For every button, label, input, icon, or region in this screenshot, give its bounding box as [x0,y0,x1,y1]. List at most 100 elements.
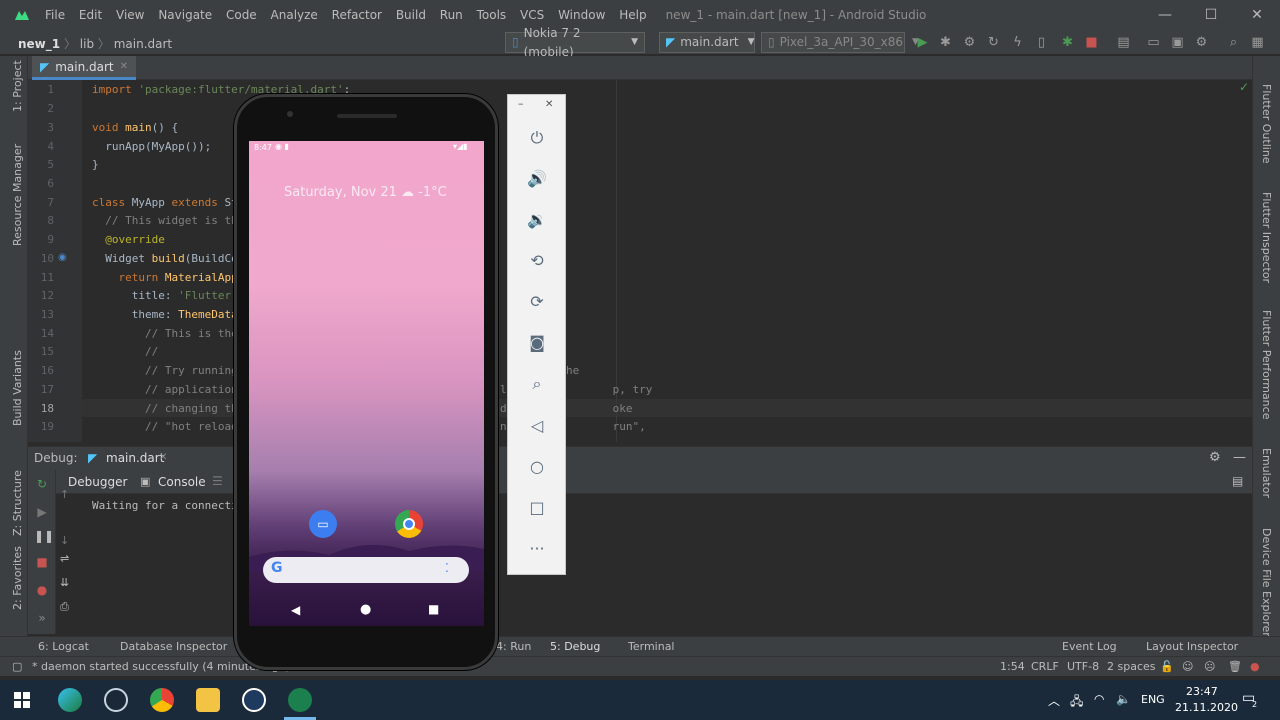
more-options-icon[interactable]: ··· [526,538,548,560]
close-tab-icon[interactable]: ✕ [159,452,167,463]
scroll-to-end-icon[interactable]: ⇊ [60,576,69,589]
menu-lines-icon[interactable]: ☰ [212,474,223,488]
clock-date[interactable]: 21.11.2020 [1175,701,1238,714]
emulator-tab[interactable]: Emulator [1260,448,1273,498]
power-icon[interactable]: ⏻ [526,127,548,149]
breakpoints-icon[interactable]: ● [34,582,50,598]
emulator-screen[interactable]: 8:47 ◉ ▮ ▾◢▮ Saturday, Nov 21 ☁ -1°C ▭ G… [249,141,484,626]
database-inspector-tool[interactable]: Database Inspector [120,640,227,653]
menu-window[interactable]: Window [558,8,605,22]
favorites-tab[interactable]: 2: Favorites [11,546,24,610]
flutter-outline-tab[interactable]: Flutter Outline [1260,84,1273,164]
pause-icon[interactable]: ❚❚ [34,528,54,544]
run-icon[interactable]: ▶ [915,35,930,50]
build-variants-tab[interactable]: Build Variants [11,350,24,426]
settings-icon[interactable]: ⚙ [1194,35,1209,50]
event-log-tool[interactable]: Event Log [1062,640,1117,653]
menu-navigate[interactable]: Navigate [158,8,212,22]
windows-start-icon[interactable] [14,692,30,708]
messages-app-icon[interactable]: ▭ [309,510,337,538]
stop-icon[interactable]: ■ [34,554,50,570]
trash-icon[interactable]: 🗑 [1228,660,1242,673]
camera-icon[interactable]: ◙ [526,332,548,354]
input-language[interactable]: ENG [1141,693,1165,706]
debug-tool[interactable]: 5: Debug [550,640,600,653]
menu-refactor[interactable]: Refactor [332,8,382,22]
sync-project-icon[interactable]: ▤ [1116,35,1131,50]
run-config-selector[interactable]: ◤ main.dart ▼ [659,32,755,53]
chrome-app-icon[interactable] [395,510,423,538]
search-icon[interactable]: ⌕ [1226,35,1241,50]
structure-tab[interactable]: Z: Structure [11,470,24,536]
print-icon[interactable]: ⎙ [60,600,69,614]
android-studio-icon[interactable] [288,688,312,712]
nav-recents-icon[interactable]: ■ [428,602,439,616]
hot-restart-icon[interactable]: ↻ [986,35,1001,50]
file-explorer-icon[interactable] [196,688,220,712]
close-tab-icon[interactable]: ✕ [120,61,128,72]
menu-view[interactable]: View [116,8,144,22]
menu-run[interactable]: Run [440,8,463,22]
clock-time[interactable]: 23:47 [1186,685,1218,698]
hot-reload-icon[interactable]: ϟ [1010,35,1025,50]
inspection-ok-icon[interactable]: ✓ [1239,80,1249,94]
indent-setting[interactable]: 2 spaces [1107,660,1156,673]
terminal-tool[interactable]: Terminal [628,640,675,653]
avd-manager-icon[interactable]: ▭ [1146,35,1161,50]
menu-edit[interactable]: Edit [79,8,102,22]
stop-icon[interactable]: ■ [1084,35,1099,50]
debug-running-icon[interactable]: ✱ [1060,35,1075,50]
flutter-performance-tab[interactable]: Flutter Performance [1260,310,1273,419]
nav-home-icon[interactable]: ● [360,602,371,617]
assistant-icon[interactable]: ⁚ [445,561,449,575]
network-icon[interactable]: 🖧 [1070,692,1083,713]
error-icon[interactable]: ● [1250,660,1260,673]
flutter-inspector-tab[interactable]: Flutter Inspector [1260,192,1273,283]
resume-icon[interactable]: ▶ [34,504,50,520]
tray-chevron-icon[interactable]: ︿ [1048,692,1060,709]
menu-code[interactable]: Code [226,8,257,22]
layout-icon[interactable]: ▦ [1250,35,1265,50]
scroll-up-icon[interactable]: ↑ [60,488,69,501]
close-window-button[interactable]: ✕ [1234,0,1280,30]
debug-bug-icon[interactable]: ✱ [938,35,953,50]
frown-icon[interactable]: ☹ [1204,660,1215,673]
logcat-tool[interactable]: 6: Logcat [38,640,89,653]
menu-help[interactable]: Help [619,8,646,22]
minimize-button[interactable]: — [1142,0,1188,30]
volume-up-icon[interactable]: 🔊 [526,168,548,190]
tab-console[interactable]: Console [158,475,206,489]
layout-inspector-tool[interactable]: Layout Inspector [1146,640,1238,653]
menu-analyze[interactable]: Analyze [271,8,318,22]
app-w-icon[interactable] [242,688,266,712]
chrome-icon[interactable] [150,688,174,712]
tab-debugger[interactable]: Debugger [68,475,127,489]
edge-browser-icon[interactable] [58,688,82,712]
volume-icon[interactable]: 🔈 [1116,692,1131,706]
resource-manager-tab[interactable]: Resource Manager [11,144,24,246]
lock-icon[interactable]: 🔓 [1160,660,1174,673]
minimize-emulator-button[interactable]: – [518,97,524,110]
attach-debugger-icon[interactable]: ⚙ [962,35,977,50]
device-selector[interactable]: ▯ Nokia 7 2 (mobile) ▼ [505,26,645,59]
steam-icon[interactable] [104,688,128,712]
status-panel-icon[interactable]: ▢ [12,660,22,673]
avd-selector[interactable]: ▯ Pixel_3a_API_30_x86 ▼ [761,32,919,53]
apply-changes-icon[interactable]: ▯ [1034,35,1049,50]
layout-icon[interactable]: ▤ [1232,474,1243,488]
device-file-explorer-tab[interactable]: Device File Explorer [1260,528,1273,637]
menu-file[interactable]: File [45,8,65,22]
volume-down-icon[interactable]: 🔉 [526,209,548,231]
menu-vcs[interactable]: VCS [520,8,544,22]
breadcrumb-folder[interactable]: lib [80,37,94,51]
tab-main-dart[interactable]: ◤ main.dart ✕ [32,56,137,80]
wifi-icon[interactable]: ◠ [1094,692,1104,706]
rotate-right-icon[interactable]: ⟳ [526,291,548,313]
back-icon[interactable]: ◁ [526,415,548,437]
rerun-icon[interactable]: ↻ [34,476,50,492]
gear-icon[interactable]: ⚙ [1209,450,1221,465]
smile-icon[interactable]: ☺ [1182,660,1193,673]
sdk-manager-icon[interactable]: ▣ [1170,35,1185,50]
code-editor[interactable]: 1 2 3 4 5 6 7 8 9 10 11 12 13 14 15 16 1… [28,80,1252,442]
soft-wrap-icon[interactable]: ⇌ [60,552,69,565]
